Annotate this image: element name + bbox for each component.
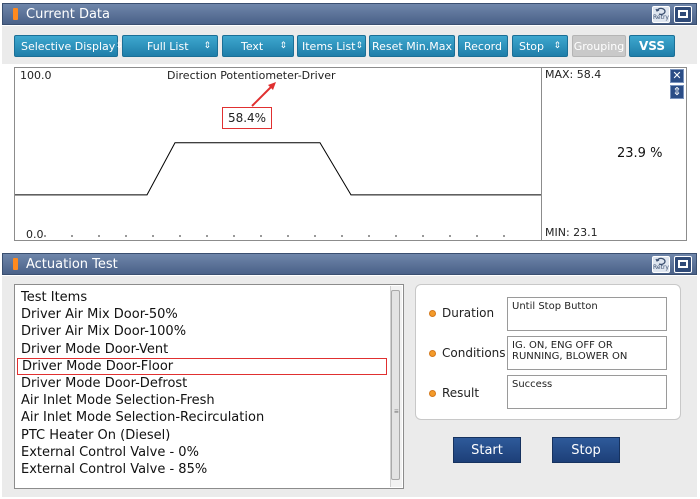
list-header: Test Items — [21, 290, 88, 305]
full-list-label: Full List — [147, 39, 189, 53]
stop-button[interactable]: Stop — [552, 437, 620, 463]
start-button[interactable]: Start — [453, 437, 521, 463]
list-item[interactable]: PTC Heater On (Diesel) — [17, 427, 387, 444]
scrollbar-thumb[interactable] — [391, 290, 400, 480]
window-icon — [678, 10, 688, 18]
window-toggle-button[interactable] — [674, 5, 692, 23]
list-item[interactable]: Driver Mode Door-Vent — [17, 341, 387, 358]
select-arrow-icon: ⇕ — [355, 41, 364, 51]
conditions-label: Conditions — [429, 346, 506, 360]
min-label: MIN: 23.1 — [545, 226, 598, 239]
duration-label: Duration — [429, 306, 494, 320]
retry-button[interactable]: Retry — [652, 5, 670, 23]
callout-arrow — [251, 82, 276, 107]
close-graph-button[interactable]: ✕ — [670, 69, 684, 83]
current-data-title: Current Data — [26, 6, 110, 22]
series-line — [15, 142, 541, 196]
record-label: Record — [463, 39, 502, 53]
text-label: Text — [241, 39, 264, 53]
select-arrow-icon: ⇕ — [203, 41, 211, 51]
record-button[interactable]: Record — [458, 35, 508, 57]
header-marker — [13, 8, 18, 20]
value-callout: 58.4% — [222, 107, 272, 129]
items-list-select[interactable]: Items List ⇕ — [297, 35, 366, 57]
result-label: Result — [429, 386, 479, 400]
list-item[interactable]: Air Inlet Mode Selection-Recirculation — [17, 409, 387, 426]
list-item[interactable]: Driver Mode Door-Defrost — [17, 375, 387, 392]
duration-value: Until Stop Button — [507, 297, 667, 331]
expand-graph-button[interactable]: ⇕ — [670, 85, 684, 99]
actuation-test-title: Actuation Test — [26, 256, 118, 272]
retry-label: Retry — [653, 14, 669, 21]
window-icon — [678, 260, 688, 268]
list-item[interactable]: Air Inlet Mode Selection-Fresh — [17, 392, 387, 409]
list-item[interactable]: Driver Air Mix Door-100% — [17, 323, 387, 340]
current-data-header: Current Data Retry — [2, 3, 697, 25]
y-max-label: 100.0 — [20, 69, 52, 82]
grouping-label: Grouping — [573, 39, 625, 53]
reset-min-max-label: Reset Min.Max — [372, 39, 452, 53]
text-select[interactable]: Text ⇕ — [222, 35, 294, 57]
window-toggle-button[interactable] — [674, 255, 692, 273]
conditions-label-text: Conditions — [442, 346, 506, 360]
bullet-icon — [429, 309, 436, 317]
header-marker — [13, 258, 18, 270]
select-arrow-icon: ⇕ — [553, 41, 561, 51]
stop-select[interactable]: Stop ⇕ — [512, 35, 568, 57]
close-icon: ✕ — [672, 70, 682, 82]
vss-label: VSS — [638, 39, 666, 53]
conditions-value: IG. ON, ENG OFF OR RUNNING, BLOWER ON — [507, 336, 667, 370]
retry-button[interactable]: Retry — [652, 255, 670, 273]
selective-display-select[interactable]: Selective Display ⇕ — [14, 35, 123, 57]
y-min-label: 0.0 — [26, 228, 44, 241]
expand-icon: ⇕ — [672, 86, 682, 98]
list-item-selected[interactable]: Driver Mode Door-Floor — [17, 358, 387, 375]
result-value: Success — [507, 375, 667, 409]
selective-display-label: Selective Display — [21, 39, 116, 53]
actuation-test-header: Actuation Test Retry — [2, 253, 697, 275]
stop-label: Stop — [519, 39, 545, 53]
retry-label: Retry — [653, 264, 669, 271]
vss-button[interactable]: VSS — [629, 35, 675, 57]
select-arrow-icon: ⇕ — [279, 41, 287, 51]
scroll-grip-icon: ≡ — [394, 407, 399, 416]
duration-label-text: Duration — [442, 306, 495, 320]
result-label-text: Result — [442, 386, 480, 400]
test-items-list: Test Items Driver Air Mix Door-50% Drive… — [14, 284, 404, 489]
current-value: 23.9 % — [617, 146, 663, 161]
list-item[interactable]: Driver Air Mix Door-50% — [17, 306, 387, 323]
graph-side-panel — [541, 67, 687, 241]
full-list-select[interactable]: Full List ⇕ — [122, 35, 218, 57]
bullet-icon — [429, 389, 436, 397]
bullet-icon — [429, 349, 436, 357]
grouping-button[interactable]: Grouping — [572, 35, 626, 57]
list-item[interactable]: External Control Valve - 0% — [17, 444, 387, 461]
reset-min-max-button[interactable]: Reset Min.Max — [369, 35, 455, 57]
items-list-label: Items List — [302, 39, 356, 53]
max-label: MAX: 58.4 — [545, 68, 602, 81]
list-item[interactable]: External Control Valve - 85% — [17, 461, 387, 478]
